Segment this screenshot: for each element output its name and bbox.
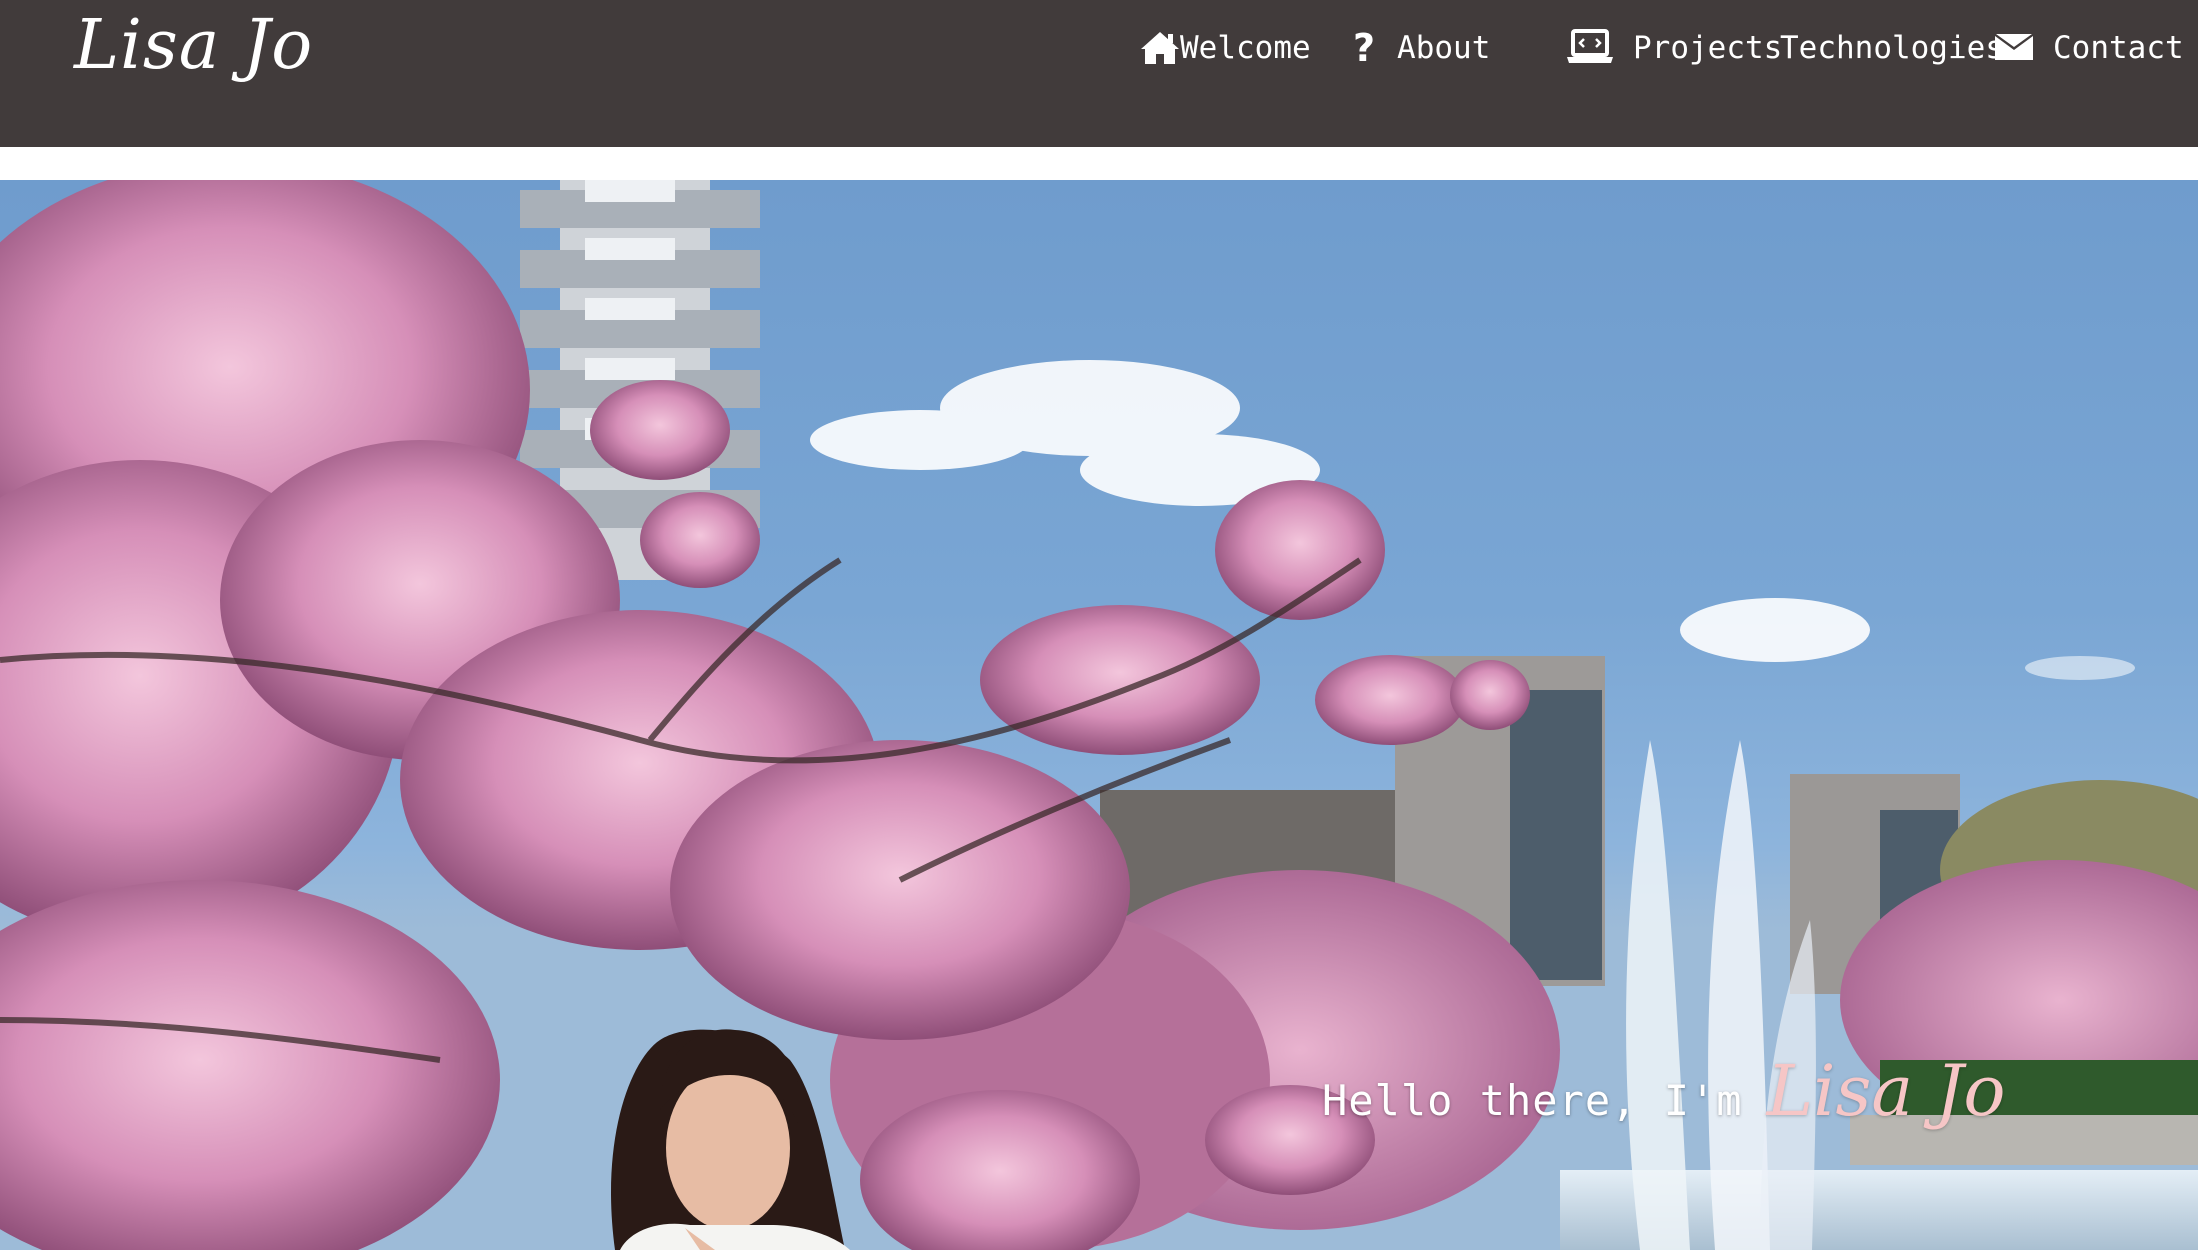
hero-section: Hello there, I'm Lisa Jo xyxy=(0,180,2198,1250)
nav-welcome-label: Welcome xyxy=(1180,30,1311,66)
laptop-code-icon xyxy=(1567,29,1613,63)
brand-logo[interactable]: Lisa Jo xyxy=(74,6,313,85)
nav-about[interactable]: ? About xyxy=(1353,26,1490,70)
greeting-name: Lisa Jo xyxy=(1766,1050,2006,1132)
nav-about-label: About xyxy=(1397,30,1491,66)
nav-projects-label: Projects xyxy=(1633,30,1783,66)
envelope-icon xyxy=(1995,34,2033,60)
nav-contact[interactable]: Contact xyxy=(1995,26,2184,70)
greeting-text: Hello there, I'm xyxy=(1322,1076,1743,1125)
nav-contact-label: Contact xyxy=(2053,30,2184,66)
question-icon: ? xyxy=(1353,26,1376,70)
nav-technologies[interactable]: Technologies xyxy=(1780,26,2004,70)
clouds xyxy=(810,360,2135,680)
top-navbar: Lisa Jo Welcome ? About Projects Technol… xyxy=(0,0,2198,147)
home-icon xyxy=(1141,32,1179,64)
person-portrait xyxy=(611,1029,850,1250)
nav-projects[interactable]: Projects xyxy=(1567,26,1782,70)
hero-greeting: Hello there, I'm Lisa Jo xyxy=(1322,1050,2006,1132)
nav-welcome[interactable]: Welcome xyxy=(1140,26,1311,70)
nav-technologies-label: Technologies xyxy=(1780,30,2004,66)
